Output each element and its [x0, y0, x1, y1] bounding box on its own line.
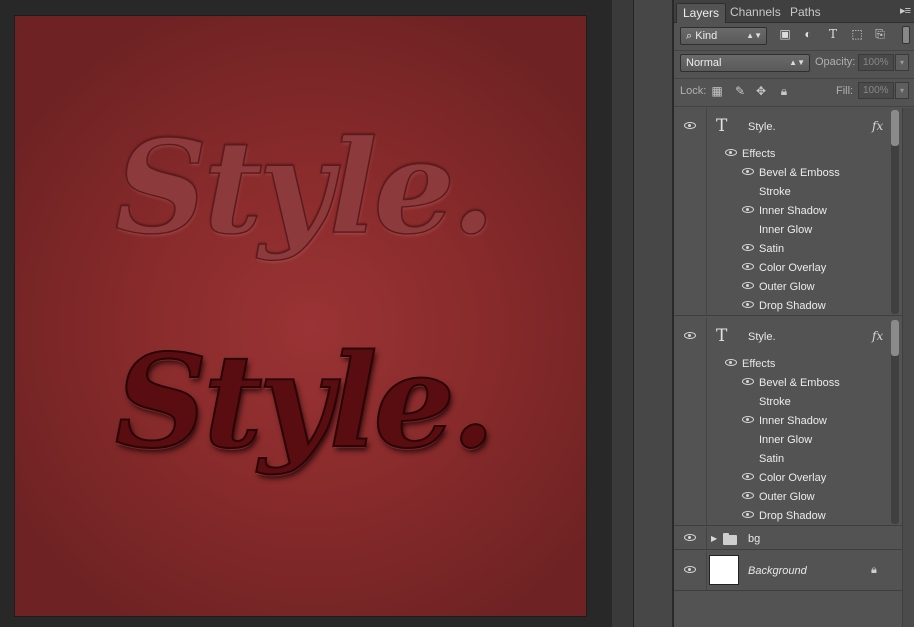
text-layer-icon: T [716, 116, 728, 136]
tab-channels[interactable]: Channels [724, 3, 787, 23]
effect-eye-icon[interactable] [741, 492, 755, 502]
effect-inner-shadow[interactable]: Inner Shadow [759, 415, 827, 427]
filter-kind-label: Kind [695, 30, 718, 42]
layer-effects-scrollbar[interactable] [891, 320, 899, 524]
workspace-gutter [612, 0, 634, 627]
photoshop-window: Style. Style. Layers Channels Paths ▸≡ ⌕… [0, 0, 914, 627]
layer-thumbnail[interactable] [709, 555, 739, 585]
fx-icon[interactable]: fx [872, 119, 883, 133]
lock-position-move-icon[interactable]: ✥ [754, 84, 768, 98]
opacity-label: Opacity: [815, 56, 856, 68]
layer-row-bg-group[interactable]: ▶ bg [674, 527, 902, 550]
tab-layers[interactable]: Layers [676, 3, 727, 23]
lock-label: Lock: [680, 85, 707, 97]
chevron-updown-icon: ▲▼ [789, 58, 805, 67]
effect-eye-icon[interactable] [741, 282, 755, 292]
effects-visibility-eye-icon[interactable] [724, 359, 738, 369]
tab-paths[interactable]: Paths [784, 3, 827, 23]
layer-visibility-eye-icon[interactable] [683, 332, 697, 342]
effect-eye-icon[interactable] [741, 168, 755, 178]
effect-eye-icon[interactable] [741, 301, 755, 311]
filter-toggle-switch[interactable] [902, 26, 910, 44]
layers-panel: Layers Channels Paths ▸≡ ⌕ Kind ▲▼ ▣ ◐ T… [674, 0, 914, 627]
effect-eye-icon[interactable] [741, 263, 755, 273]
fill-label: Fill: [836, 85, 854, 97]
layer-visibility-eye-icon[interactable] [683, 566, 697, 576]
shape-filter-icon[interactable]: ⬚ [849, 27, 865, 41]
document-canvas[interactable]: Style. Style. [15, 16, 586, 616]
expand-triangle-icon[interactable]: ▶ [711, 534, 717, 543]
fx-icon[interactable]: fx [872, 329, 883, 343]
lock-all-icon[interactable]: 🔒︎ [777, 84, 791, 98]
effect-drop-shadow[interactable]: Drop Shadow [759, 510, 826, 522]
effects-label[interactable]: Effects [742, 148, 775, 160]
effects-visibility-eye-icon[interactable] [724, 149, 738, 159]
lock-transparent-icon[interactable]: ▦ [710, 84, 724, 98]
image-filter-icon[interactable]: ▣ [777, 27, 793, 41]
scrollbar-thumb[interactable] [891, 320, 899, 356]
fill-input[interactable]: 100% [858, 82, 894, 99]
fill-dropdown-icon[interactable]: ▾ [895, 82, 909, 99]
panel-menu-icon[interactable]: ▸≡ [900, 4, 911, 17]
effect-satin[interactable]: Satin [759, 453, 784, 465]
layer-name[interactable]: bg [748, 533, 760, 545]
layer-name[interactable]: Style. [748, 331, 776, 343]
panel-tab-bar: Layers Channels Paths ▸≡ [674, 0, 914, 23]
blend-mode-label: Normal [686, 57, 722, 69]
effect-eye-icon[interactable] [741, 416, 755, 426]
effect-bevel-emboss[interactable]: Bevel & Emboss [759, 167, 840, 179]
effect-eye-icon[interactable] [741, 511, 755, 521]
opacity-input[interactable]: 100% [858, 54, 894, 71]
effect-drop-shadow[interactable]: Drop Shadow [759, 300, 826, 312]
filter-kind-select[interactable]: ⌕ Kind ▲▼ [680, 27, 767, 45]
layer-name[interactable]: Style. [748, 121, 776, 133]
style-text-top[interactable]: Style. [114, 123, 496, 253]
layer-lock-icon: 🔒︎ [871, 564, 877, 576]
style-text-bottom[interactable]: Style. [114, 337, 497, 467]
blend-mode-select[interactable]: Normal ▲▼ [680, 54, 810, 72]
text-layer-icon: T [716, 326, 728, 346]
adjustment-filter-icon[interactable]: ◐ [800, 27, 816, 41]
type-filter-icon[interactable]: T [825, 27, 841, 41]
smart-object-filter-icon[interactable]: ⎘ [872, 27, 888, 41]
effect-color-overlay[interactable]: Color Overlay [759, 472, 826, 484]
scrollbar-thumb[interactable] [891, 110, 899, 146]
effect-stroke[interactable]: Stroke [759, 396, 791, 408]
effects-label[interactable]: Effects [742, 358, 775, 370]
lock-pixels-brush-icon[interactable]: ✎ [733, 84, 747, 98]
layer-visibility-eye-icon[interactable] [683, 534, 697, 544]
effect-eye-icon[interactable] [741, 206, 755, 216]
layer-visibility-eye-icon[interactable] [683, 122, 697, 132]
chevron-updown-icon: ▲▼ [746, 31, 762, 40]
effect-satin[interactable]: Satin [759, 243, 784, 255]
panel-dock-divider[interactable] [633, 0, 673, 627]
effect-eye-icon[interactable] [741, 473, 755, 483]
layer-name[interactable]: Background [748, 565, 807, 577]
effect-outer-glow[interactable]: Outer Glow [759, 281, 815, 293]
search-icon: ⌕ [686, 30, 693, 42]
effect-inner-shadow[interactable]: Inner Shadow [759, 205, 827, 217]
panel-scrollbar[interactable] [902, 108, 914, 627]
effect-bevel-emboss[interactable]: Bevel & Emboss [759, 377, 840, 389]
layer-row-style-1[interactable]: T Style. fx Effects Bevel & Emboss Strok… [674, 108, 902, 316]
effect-eye-icon[interactable] [741, 378, 755, 388]
document-workspace: Style. Style. [0, 0, 633, 627]
effect-outer-glow[interactable]: Outer Glow [759, 491, 815, 503]
effect-inner-glow[interactable]: Inner Glow [759, 224, 812, 236]
effect-stroke[interactable]: Stroke [759, 186, 791, 198]
opacity-dropdown-icon[interactable]: ▾ [895, 54, 909, 71]
effect-color-overlay[interactable]: Color Overlay [759, 262, 826, 274]
folder-icon [723, 533, 737, 545]
effect-eye-icon[interactable] [741, 244, 755, 254]
layer-effects-scrollbar[interactable] [891, 110, 899, 314]
blend-row: Normal ▲▼ Opacity: 100% ▾ [674, 51, 914, 79]
layers-list: T Style. fx Effects Bevel & Emboss Strok… [674, 108, 914, 627]
effect-inner-glow[interactable]: Inner Glow [759, 434, 812, 446]
layer-row-background[interactable]: Background 🔒︎ [674, 551, 902, 591]
layer-row-style-2[interactable]: T Style. fx Effects Bevel & Emboss Strok… [674, 318, 902, 526]
